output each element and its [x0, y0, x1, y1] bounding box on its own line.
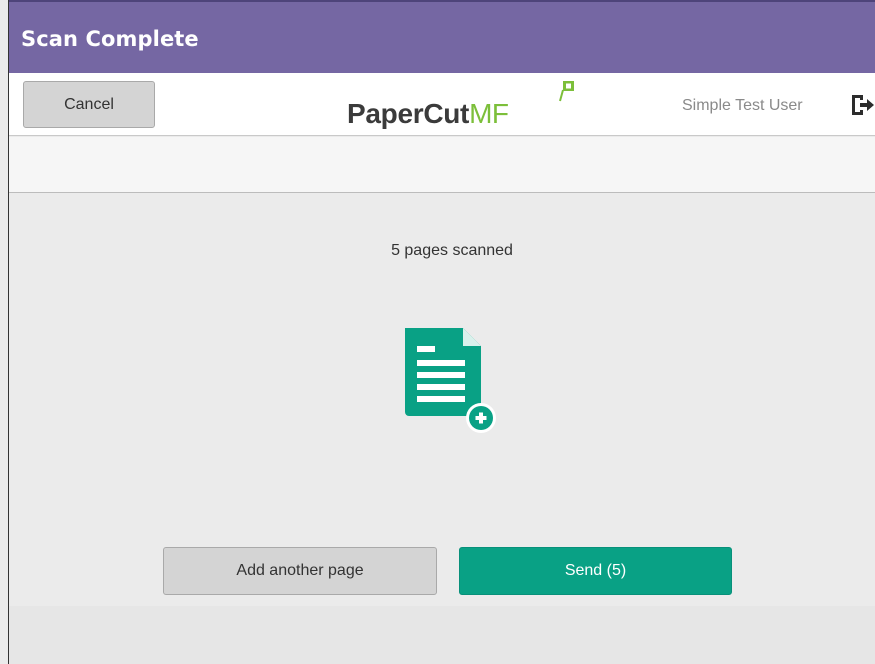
main-content: 5 pages scanned Add another page Send (5…	[9, 194, 875, 606]
logo-text-secondary: MF	[469, 98, 509, 129]
papercut-logo: PaperCut MF	[347, 81, 574, 130]
document-add-icon	[405, 328, 496, 433]
user-name: Simple Test User	[682, 97, 803, 114]
send-button[interactable]: Send (5)	[459, 547, 732, 595]
app-frame: Scan Complete Cancel PaperCut MF Simple T…	[8, 0, 875, 664]
leaf-icon	[559, 81, 574, 102]
title-bar: Scan Complete	[9, 0, 875, 73]
scan-status-text: 5 pages scanned	[391, 242, 513, 259]
add-another-page-button[interactable]: Add another page	[163, 547, 437, 595]
header-bar: Cancel PaperCut MF Simple Test User	[9, 73, 875, 136]
logo-text-primary: PaperCut	[347, 98, 470, 129]
page-title: Scan Complete	[21, 27, 199, 51]
logout-icon[interactable]	[850, 93, 875, 117]
toolbar-strip	[9, 137, 875, 193]
footer-area	[9, 606, 875, 664]
cancel-button[interactable]: Cancel	[23, 81, 155, 128]
